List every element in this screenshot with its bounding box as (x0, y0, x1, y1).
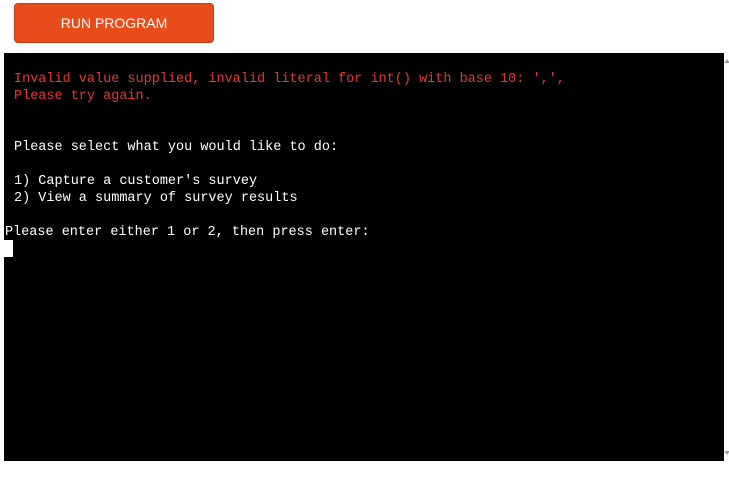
menu-option-2: 2) View a summary of survey results (14, 191, 298, 206)
run-program-button[interactable]: RUN PROGRAM (14, 3, 214, 43)
error-message-line-2: Please try again. (14, 89, 152, 104)
scroll-down-arrow-icon[interactable] (724, 451, 729, 455)
menu-option-1: 1) Capture a customer's survey (14, 174, 258, 189)
terminal[interactable]: Invalid value supplied, invalid literal … (4, 53, 724, 461)
terminal-scrollbar[interactable] (724, 53, 729, 461)
error-message-line-1: Invalid value supplied, invalid literal … (14, 72, 565, 87)
terminal-cursor[interactable] (4, 240, 13, 257)
input-prompt: Please enter either 1 or 2, then press e… (5, 225, 370, 240)
menu-prompt-heading: Please select what you would like to do: (14, 140, 339, 155)
scroll-up-arrow-icon[interactable] (724, 59, 729, 63)
